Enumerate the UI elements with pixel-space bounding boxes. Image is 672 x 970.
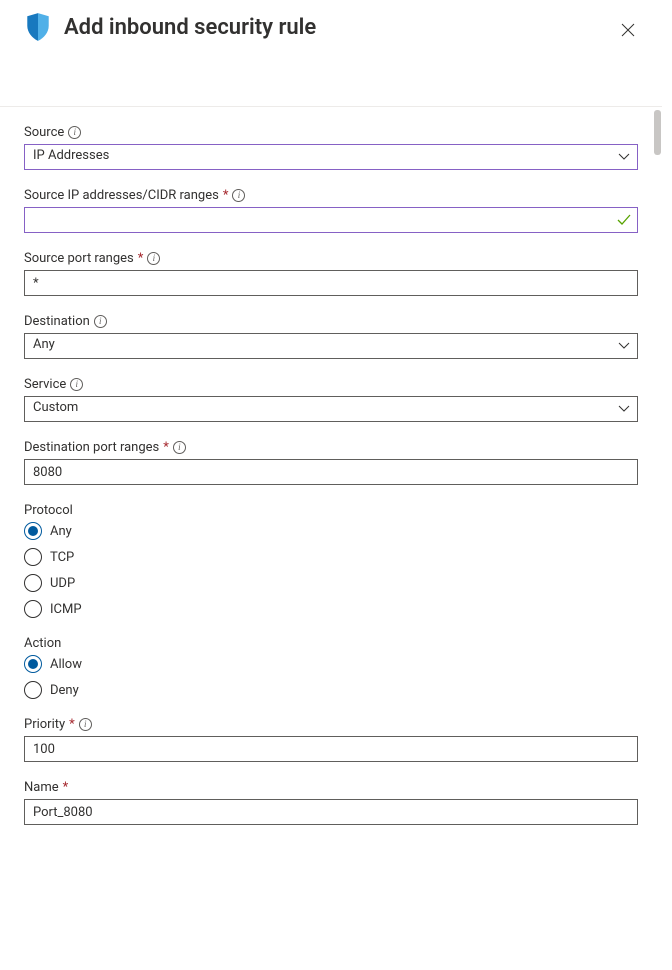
priority-input[interactable] — [24, 736, 638, 762]
destination-label-row: Destination i — [24, 314, 638, 329]
source-label-row: Source i — [24, 125, 638, 140]
protocol-label-row: Protocol — [24, 503, 638, 518]
required-marker: * — [163, 440, 169, 455]
protocol-radio-tcp[interactable]: TCP — [24, 548, 638, 566]
protocol-option-label: UDP — [50, 576, 75, 591]
service-select-value: Custom — [24, 396, 638, 422]
required-marker: * — [138, 251, 144, 266]
radio-dot — [28, 526, 38, 536]
dest-port-label-row: Destination port ranges * i — [24, 440, 638, 455]
info-icon[interactable]: i — [173, 441, 186, 454]
source-ip-label: Source IP addresses/CIDR ranges — [24, 188, 219, 203]
radio-circle — [24, 548, 42, 566]
required-marker: * — [63, 780, 69, 795]
protocol-radio-icmp[interactable]: ICMP — [24, 600, 638, 618]
destination-select-value: Any — [24, 333, 638, 359]
source-select-value: IP Addresses — [24, 144, 638, 170]
field-source: Source i IP Addresses — [24, 125, 638, 170]
info-icon[interactable]: i — [79, 718, 92, 731]
action-option-label: Allow — [50, 657, 82, 672]
priority-input-wrap — [24, 736, 638, 762]
inbound-rule-panel: Add inbound security rule Source i IP Ad… — [0, 0, 662, 970]
protocol-radio-group: Any TCP UDP ICMP — [24, 522, 638, 618]
radio-circle — [24, 600, 42, 618]
dest-port-input[interactable] — [24, 459, 638, 485]
action-radio-deny[interactable]: Deny — [24, 681, 638, 699]
panel-title: Add inbound security rule — [64, 15, 316, 40]
priority-label-row: Priority * i — [24, 717, 638, 732]
source-port-label-row: Source port ranges * i — [24, 251, 638, 266]
name-label-row: Name * — [24, 780, 638, 795]
name-input[interactable] — [24, 799, 638, 825]
panel-header: Add inbound security rule — [24, 12, 638, 106]
info-icon[interactable]: i — [94, 315, 107, 328]
action-label: Action — [24, 636, 61, 651]
close-button[interactable] — [616, 18, 640, 42]
name-input-wrap — [24, 799, 638, 825]
protocol-label: Protocol — [24, 503, 73, 518]
name-label: Name — [24, 780, 59, 795]
info-icon[interactable]: i — [147, 252, 160, 265]
field-dest-port: Destination port ranges * i — [24, 440, 638, 485]
field-protocol: Protocol Any TCP UDP ICMP — [24, 503, 638, 618]
shield-icon — [24, 12, 52, 42]
source-port-input-wrap — [24, 270, 638, 296]
action-option-label: Deny — [50, 683, 79, 698]
source-port-label: Source port ranges — [24, 251, 134, 266]
close-icon — [621, 23, 635, 37]
info-icon[interactable]: i — [70, 378, 83, 391]
source-port-input[interactable] — [24, 270, 638, 296]
protocol-radio-udp[interactable]: UDP — [24, 574, 638, 592]
field-action: Action Allow Deny — [24, 636, 638, 699]
scrollbar[interactable] — [652, 110, 662, 970]
dest-port-input-wrap — [24, 459, 638, 485]
protocol-option-label: TCP — [50, 550, 74, 565]
field-priority: Priority * i — [24, 717, 638, 762]
service-label-row: Service i — [24, 377, 638, 392]
service-label: Service — [24, 377, 66, 392]
source-ip-input-wrap — [24, 207, 638, 233]
action-label-row: Action — [24, 636, 638, 651]
required-marker: * — [223, 188, 229, 203]
radio-circle — [24, 522, 42, 540]
action-radio-allow[interactable]: Allow — [24, 655, 638, 673]
radio-dot — [28, 659, 38, 669]
scrollbar-thumb[interactable] — [654, 110, 661, 155]
radio-circle — [24, 681, 42, 699]
protocol-option-label: Any — [50, 524, 72, 539]
action-radio-group: Allow Deny — [24, 655, 638, 699]
dest-port-label: Destination port ranges — [24, 440, 159, 455]
info-icon[interactable]: i — [232, 189, 245, 202]
field-source-port: Source port ranges * i — [24, 251, 638, 296]
priority-label: Priority — [24, 717, 65, 732]
field-destination: Destination i Any — [24, 314, 638, 359]
required-marker: * — [69, 717, 75, 732]
field-service: Service i Custom — [24, 377, 638, 422]
destination-select[interactable]: Any — [24, 333, 638, 359]
field-source-ip: Source IP addresses/CIDR ranges * i — [24, 188, 638, 233]
radio-circle — [24, 655, 42, 673]
field-name: Name * — [24, 780, 638, 825]
info-icon[interactable]: i — [68, 126, 81, 139]
source-ip-label-row: Source IP addresses/CIDR ranges * i — [24, 188, 638, 203]
header-divider — [0, 106, 662, 107]
source-ip-input[interactable] — [24, 207, 638, 233]
source-label: Source — [24, 125, 64, 140]
service-select[interactable]: Custom — [24, 396, 638, 422]
source-select[interactable]: IP Addresses — [24, 144, 638, 170]
protocol-option-label: ICMP — [50, 602, 82, 617]
protocol-radio-any[interactable]: Any — [24, 522, 638, 540]
radio-circle — [24, 574, 42, 592]
destination-label: Destination — [24, 314, 90, 329]
